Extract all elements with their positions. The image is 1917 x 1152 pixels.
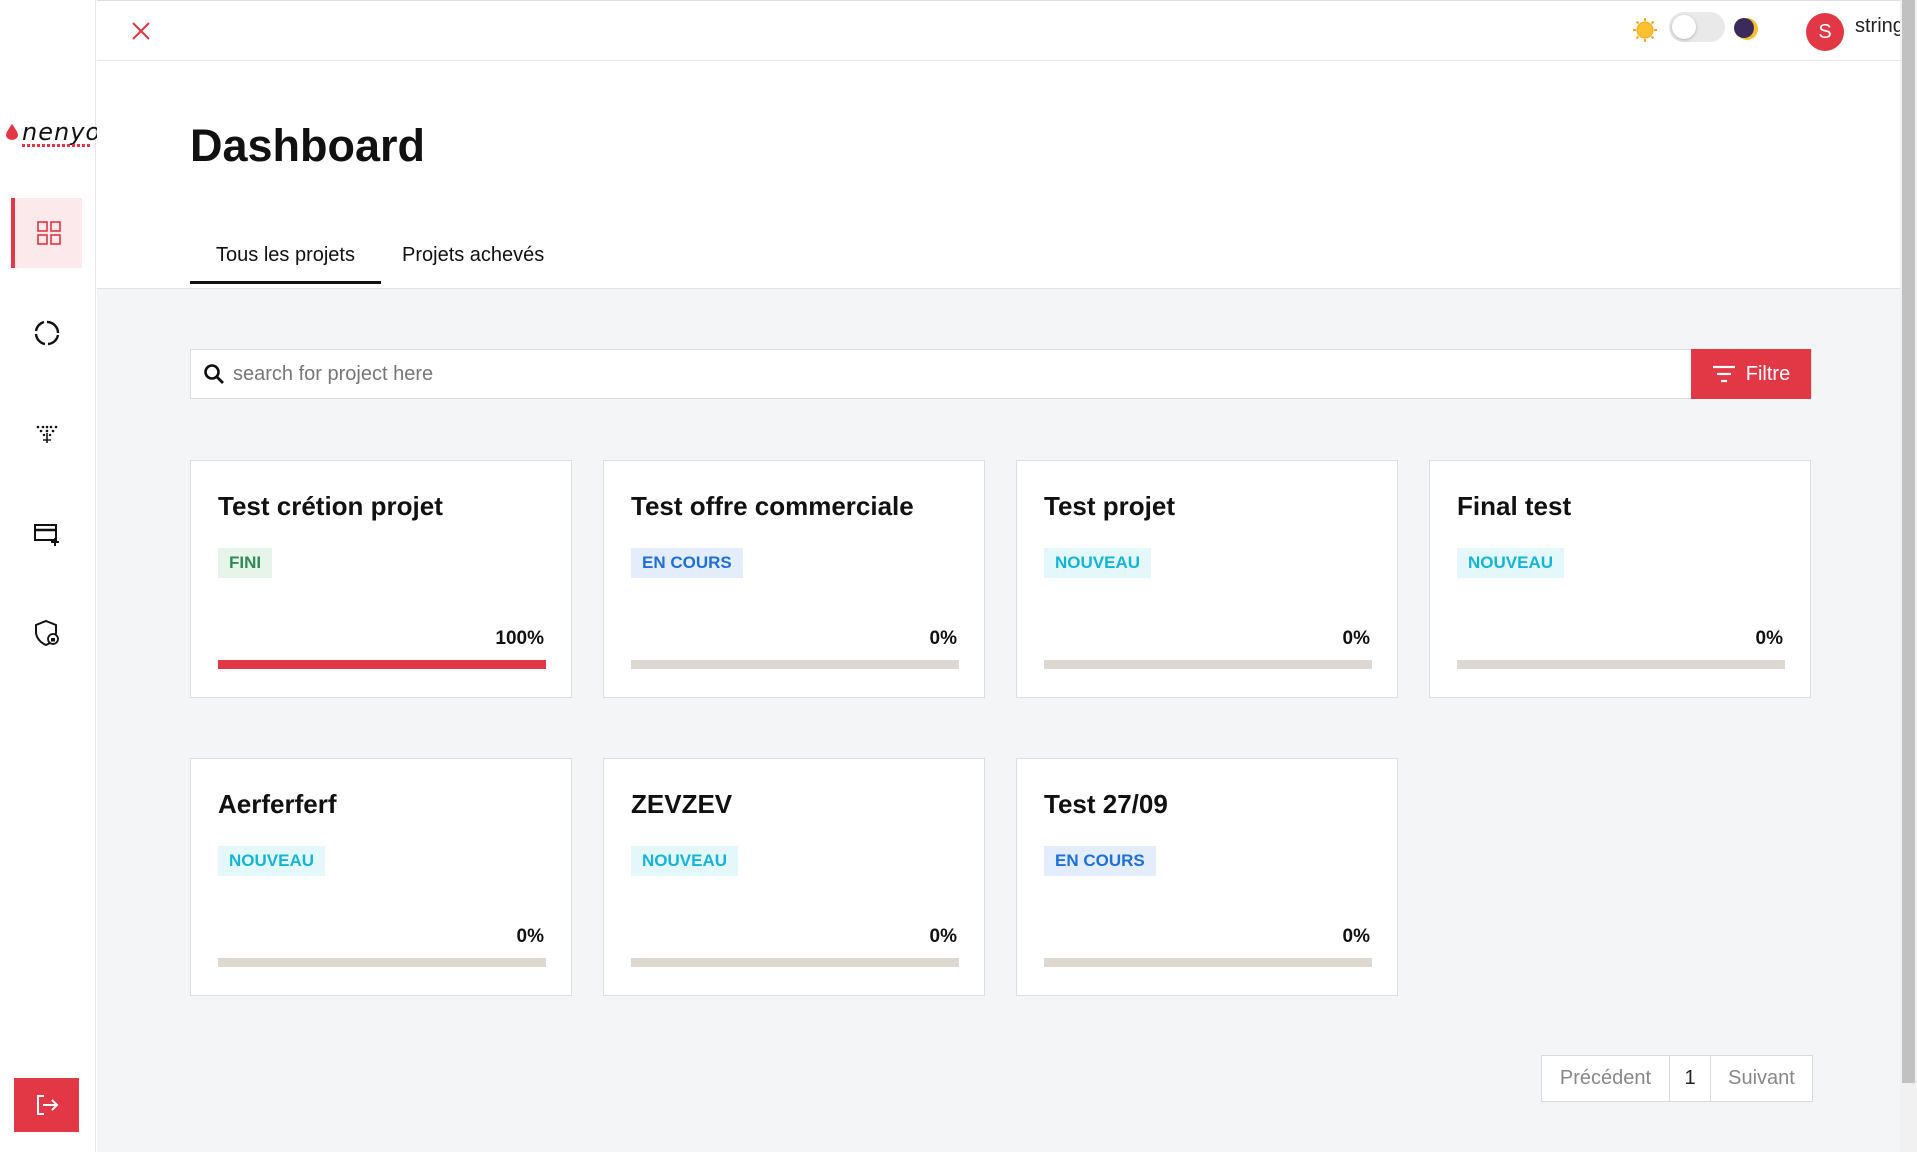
- search-input[interactable]: [233, 350, 1683, 398]
- project-title: Final test: [1457, 491, 1572, 521]
- logout-icon: [36, 1095, 58, 1115]
- avatar[interactable]: S: [1806, 13, 1844, 51]
- progress-percent: 0%: [929, 628, 957, 649]
- progress-percent: 0%: [929, 926, 957, 947]
- search-icon: [204, 364, 224, 384]
- project-card[interactable]: Final test NOUVEAU 0%: [1429, 460, 1811, 698]
- progress-percent: 0%: [1342, 926, 1370, 947]
- project-title: Aerferferf: [218, 789, 337, 819]
- toggle-knob: [1672, 15, 1696, 39]
- sidebar-item-security[interactable]: [11, 598, 82, 668]
- status-badge: NOUVEAU: [631, 846, 739, 876]
- logout-button[interactable]: [14, 1078, 79, 1132]
- main-content: Filtre Test crétion projet FINI 100% Test o…: [97, 289, 1900, 1152]
- progress-fill: [218, 660, 546, 669]
- status-badge: NOUVEAU: [218, 846, 326, 876]
- progress-percent: 0%: [1342, 628, 1370, 649]
- tab-all-projects[interactable]: Tous les projets: [190, 244, 381, 284]
- next-page-button[interactable]: Suivant: [1711, 1056, 1812, 1101]
- progress-percent: 0%: [516, 926, 544, 947]
- previous-page-button[interactable]: Précédent: [1542, 1056, 1670, 1101]
- project-card[interactable]: Test offre commerciale EN COURS 0%: [603, 460, 985, 698]
- sun-icon[interactable]: [1632, 17, 1658, 43]
- tab-completed-projects[interactable]: Projets achevés: [402, 244, 544, 281]
- page-title: Dashboard: [190, 120, 426, 171]
- page-header: Dashboard Tous les projets Projets achev…: [97, 61, 1900, 289]
- card-add-icon: [33, 524, 59, 546]
- shield-lock-icon: [34, 619, 59, 647]
- sidebar: nenyo: [0, 0, 100, 1152]
- moon-icon[interactable]: [1734, 16, 1760, 42]
- project-card[interactable]: Test 27/09 EN COURS 0%: [1016, 758, 1398, 996]
- close-icon[interactable]: [130, 20, 152, 42]
- progress-bar: [1044, 660, 1372, 669]
- scrollbar[interactable]: [1900, 0, 1917, 1152]
- project-title: Test crétion projet: [218, 491, 443, 521]
- scrollbar-thumb[interactable]: [1902, 0, 1915, 1083]
- progress-bar: [218, 958, 546, 967]
- progress-bar: [631, 958, 959, 967]
- status-badge: NOUVEAU: [1457, 548, 1565, 578]
- progress-bar: [218, 660, 546, 669]
- logo-tagline: [22, 144, 90, 147]
- status-badge: NOUVEAU: [1044, 548, 1152, 578]
- theme-toggle[interactable]: [1669, 12, 1725, 42]
- sidebar-item-network[interactable]: [11, 398, 82, 468]
- project-card[interactable]: Aerferferf NOUVEAU 0%: [190, 758, 572, 996]
- filter-icon: [1712, 365, 1735, 383]
- status-badge: EN COURS: [631, 548, 743, 578]
- logo: nenyo: [2, 118, 100, 148]
- project-card[interactable]: ZEVZEV NOUVEAU 0%: [603, 758, 985, 996]
- sidebar-item-progress[interactable]: [11, 298, 82, 368]
- project-title: Test 27/09: [1044, 789, 1168, 819]
- progress-percent: 100%: [495, 628, 544, 649]
- topbar: S string: [97, 0, 1904, 61]
- status-badge: FINI: [218, 548, 273, 578]
- project-card[interactable]: Test crétion projet FINI 100%: [190, 460, 572, 698]
- progress-percent: 0%: [1755, 628, 1783, 649]
- sidebar-item-dashboard[interactable]: [11, 198, 82, 268]
- tree-network-icon: [36, 425, 57, 443]
- project-title: Test offre commerciale: [631, 491, 914, 521]
- progress-bar: [1044, 958, 1372, 967]
- progress-bar: [631, 660, 959, 669]
- filter-label: Filtre: [1745, 362, 1791, 385]
- filter-button[interactable]: Filtre: [1691, 349, 1811, 399]
- grid-icon: [36, 221, 61, 245]
- circle-loader-icon: [34, 320, 59, 346]
- status-badge: EN COURS: [1044, 846, 1156, 876]
- sidebar-item-add-card[interactable]: [11, 498, 82, 568]
- page-number-button[interactable]: 1: [1670, 1056, 1711, 1101]
- progress-bar: [1457, 660, 1785, 669]
- username[interactable]: string: [1855, 15, 1904, 38]
- drop-icon: [6, 124, 18, 140]
- project-card[interactable]: Test projet NOUVEAU 0%: [1016, 460, 1398, 698]
- project-title: Test projet: [1044, 491, 1175, 521]
- logo-text: nenyo: [22, 118, 102, 146]
- search-bar: Filtre: [190, 349, 1812, 399]
- pagination: Précédent 1 Suivant: [1541, 1055, 1813, 1102]
- project-title: ZEVZEV: [631, 789, 733, 819]
